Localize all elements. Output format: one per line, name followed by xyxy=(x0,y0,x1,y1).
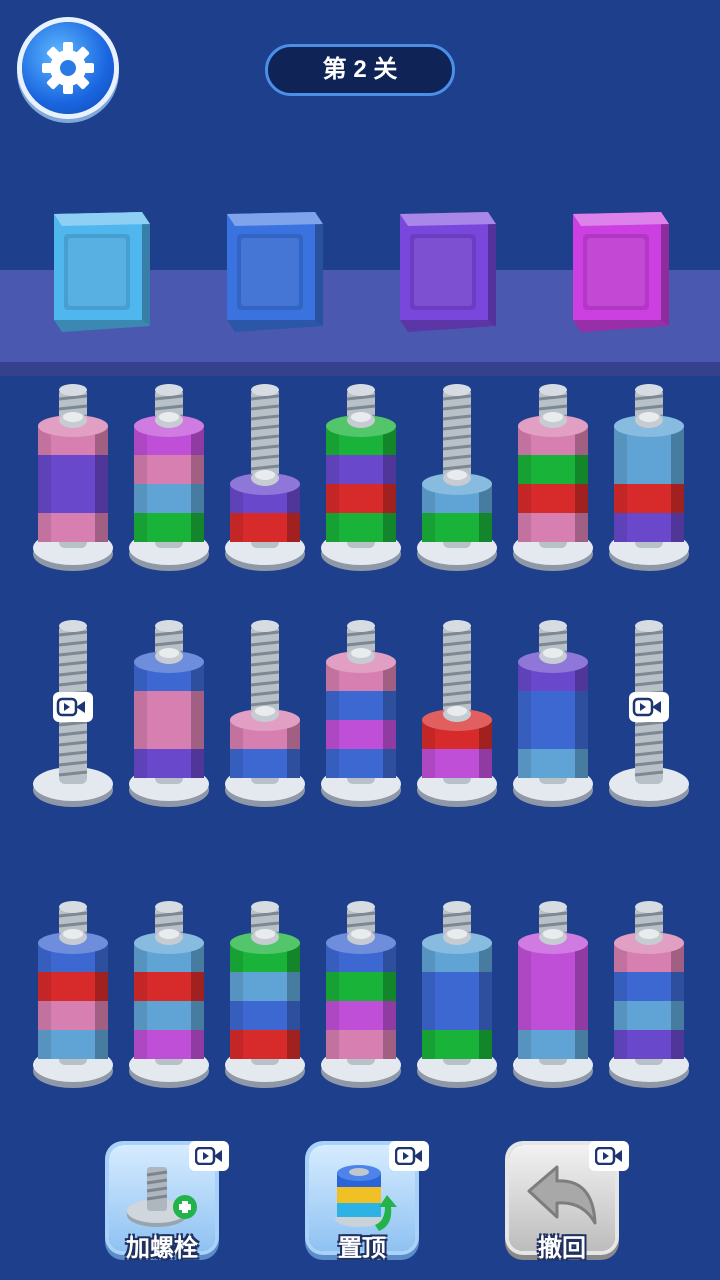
nut-pink[interactable] xyxy=(326,1030,396,1059)
video-ad-icon xyxy=(629,692,669,722)
bolt-2-2[interactable] xyxy=(225,901,305,1088)
nut-blue[interactable] xyxy=(230,749,300,778)
video-ad-icon xyxy=(589,1141,629,1171)
nut-magenta[interactable] xyxy=(518,1001,588,1030)
nut-pink[interactable] xyxy=(518,513,588,542)
bolt-2-5[interactable] xyxy=(513,901,593,1088)
nut-blue[interactable] xyxy=(422,1001,492,1030)
nut-magenta[interactable] xyxy=(134,1030,204,1059)
nut-purple[interactable] xyxy=(614,513,684,542)
video-ad-icon xyxy=(53,692,93,722)
bolt-1-6[interactable] xyxy=(609,620,689,807)
nut-blue[interactable] xyxy=(326,691,396,720)
bolt-0-2[interactable] xyxy=(225,384,305,571)
nut-blue[interactable] xyxy=(518,720,588,749)
nut-blue[interactable] xyxy=(614,972,684,1001)
nut-pink[interactable] xyxy=(134,720,204,749)
pin-top-label: 置顶 xyxy=(338,1235,386,1262)
nut-blue[interactable] xyxy=(518,691,588,720)
bolt-2-1[interactable] xyxy=(129,901,209,1088)
nut-green[interactable] xyxy=(134,513,204,542)
nut-green[interactable] xyxy=(518,455,588,484)
nut-magenta[interactable] xyxy=(422,749,492,778)
bolt-1-0[interactable] xyxy=(33,620,113,807)
bolt-2-6[interactable] xyxy=(609,901,689,1088)
nut-purple[interactable] xyxy=(326,455,396,484)
nut-purple[interactable] xyxy=(38,455,108,484)
nut-red[interactable] xyxy=(518,484,588,513)
bolt-1-4[interactable] xyxy=(417,620,497,807)
nut-red[interactable] xyxy=(134,972,204,1001)
bolt-0-0[interactable] xyxy=(33,384,113,571)
bolt-1-5[interactable] xyxy=(513,620,593,807)
bolt-1-1[interactable] xyxy=(129,620,209,807)
nut-purple[interactable] xyxy=(614,1030,684,1059)
nut-lightblue[interactable] xyxy=(518,1030,588,1059)
nut-purple[interactable] xyxy=(38,484,108,513)
video-ad-icon xyxy=(189,1141,229,1171)
nut-red[interactable] xyxy=(38,972,108,1001)
nut-green[interactable] xyxy=(326,513,396,542)
nut-lightblue[interactable] xyxy=(518,749,588,778)
bolt-0-3[interactable] xyxy=(321,384,401,571)
nut-lightblue[interactable] xyxy=(230,972,300,1001)
nut-pink[interactable] xyxy=(38,513,108,542)
bolt-0-4[interactable] xyxy=(417,384,497,571)
nut-lightblue[interactable] xyxy=(38,1030,108,1059)
bolt-0-5[interactable] xyxy=(513,384,593,571)
bolt-0-1[interactable] xyxy=(129,384,209,571)
nut-blue[interactable] xyxy=(230,1001,300,1030)
nut-red[interactable] xyxy=(230,513,300,542)
bolt-0-6[interactable] xyxy=(609,384,689,571)
add-bolt-button[interactable]: 加螺栓 xyxy=(109,1141,229,1262)
add-bolt-label: 加螺栓 xyxy=(126,1235,198,1262)
undo-button[interactable]: 撤回 xyxy=(509,1141,629,1262)
pin-top-button[interactable]: 置顶 xyxy=(309,1141,429,1262)
bolt-2-3[interactable] xyxy=(321,901,401,1088)
nut-magenta[interactable] xyxy=(326,720,396,749)
nut-lightblue[interactable] xyxy=(134,484,204,513)
nut-red[interactable] xyxy=(230,1030,300,1059)
nut-pink[interactable] xyxy=(38,1001,108,1030)
nut-pink[interactable] xyxy=(134,455,204,484)
bolt-board xyxy=(33,384,689,1088)
nut-lightblue[interactable] xyxy=(614,1001,684,1030)
bolt-2-4[interactable] xyxy=(417,901,497,1088)
nut-magenta[interactable] xyxy=(326,1001,396,1030)
nut-red[interactable] xyxy=(614,484,684,513)
nut-lightblue[interactable] xyxy=(614,455,684,484)
nut-blue[interactable] xyxy=(326,749,396,778)
bolt-2-0[interactable] xyxy=(33,901,113,1088)
video-ad-icon xyxy=(389,1141,429,1171)
nut-magenta[interactable] xyxy=(518,972,588,1001)
nut-green[interactable] xyxy=(422,1030,492,1059)
nut-red[interactable] xyxy=(326,484,396,513)
nut-purple[interactable] xyxy=(134,749,204,778)
nut-green[interactable] xyxy=(326,972,396,1001)
nut-green[interactable] xyxy=(422,513,492,542)
nut-pink[interactable] xyxy=(134,691,204,720)
bolt-1-2[interactable] xyxy=(225,620,305,807)
nut-blue[interactable] xyxy=(422,972,492,1001)
undo-label: 撤回 xyxy=(538,1235,586,1262)
nut-lightblue[interactable] xyxy=(134,1001,204,1030)
bolt-1-3[interactable] xyxy=(321,620,401,807)
